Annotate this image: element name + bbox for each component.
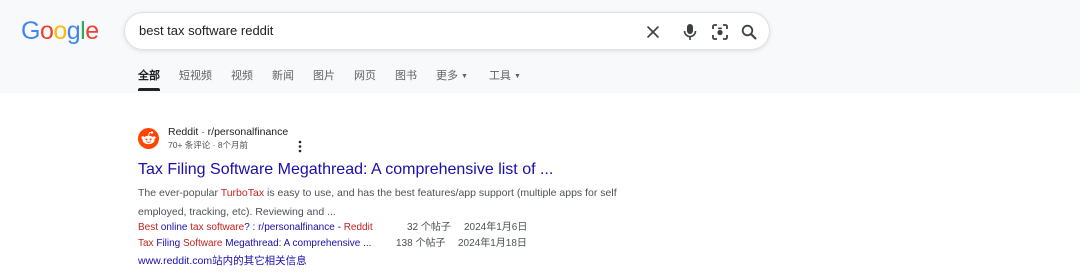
logo-letter: o: [39, 17, 54, 45]
tab-web[interactable]: 网页: [354, 69, 376, 93]
tab-more-label: 更多: [436, 70, 458, 82]
logo-letter: e: [85, 17, 99, 45]
clear-icon[interactable]: [641, 20, 665, 44]
related-link-highlight: Reddit: [343, 222, 373, 233]
tab-videos[interactable]: 视频: [231, 69, 253, 93]
related-link[interactable]: Best online tax software? : r/personalfi…: [138, 222, 373, 234]
chevron-down-icon: ▼: [513, 73, 521, 80]
related-link-text: ? : r/personalfinance -: [244, 222, 344, 233]
search-result: Reddit · r/personalfinance 70+ 条评论 · 8个月…: [138, 125, 658, 267]
related-link[interactable]: Tax Filing Software Megathread: A compre…: [138, 238, 371, 250]
result-title-link[interactable]: Tax Filing Software Megathread: A compre…: [138, 160, 553, 180]
tab-all[interactable]: 全部: [138, 69, 160, 93]
search-header: Google 全部 短视: [0, 0, 1080, 93]
related-link-row: Tax Filing Software Megathread: A compre…: [138, 238, 658, 254]
result-site-meta: 70+ 条评论 · 8个月前: [168, 140, 249, 150]
related-link-text: Filing: [153, 238, 184, 249]
chevron-down-icon: ▼: [461, 73, 468, 80]
tab-short-videos[interactable]: 短视频: [179, 69, 212, 93]
result-site-name: Reddit · r/personalfinance: [168, 126, 289, 138]
tab-news[interactable]: 新闻: [272, 69, 294, 93]
search-input[interactable]: [139, 22, 619, 40]
logo-letter: G: [21, 17, 40, 45]
more-options-icon[interactable]: [296, 140, 304, 153]
related-link-highlight: Tax: [138, 238, 154, 249]
tab-tools[interactable]: 工具 ▼: [489, 69, 521, 93]
logo-letter: g: [66, 17, 81, 45]
camera-lens-icon[interactable]: [708, 20, 732, 44]
snippet-text: The ever-popular: [138, 187, 221, 199]
tab-tools-label: 工具: [488, 70, 511, 82]
logo-letter: o: [53, 17, 67, 45]
microphone-icon[interactable]: [678, 20, 702, 44]
result-site-info[interactable]: Reddit · r/personalfinance 70+ 条评论 · 8个月…: [138, 125, 658, 153]
related-link-highlight: tax software: [190, 222, 245, 233]
more-from-site-link[interactable]: www.reddit.com站内的其它相关信息: [138, 255, 307, 268]
search-box: [124, 12, 770, 50]
post-date: 2024年1月18日: [458, 238, 527, 249]
tab-more[interactable]: 更多 ▼: [436, 69, 468, 93]
related-link-text: online: [158, 222, 191, 233]
tab-images[interactable]: 图片: [313, 69, 335, 93]
tab-books[interactable]: 图书: [395, 69, 417, 93]
post-count: 32 个帖子: [407, 222, 451, 233]
result-snippet: The ever-popular TurboTax is easy to use…: [138, 184, 638, 222]
snippet-highlight: TurboTax: [220, 187, 265, 199]
related-link-highlight: Best: [138, 222, 159, 233]
google-logo[interactable]: Google: [21, 16, 99, 46]
post-count: 138 个帖子: [396, 238, 446, 249]
related-link-highlight: Software: [183, 238, 223, 249]
reddit-favicon-icon: [138, 128, 159, 149]
related-links: Best online tax software? : r/personalfi…: [138, 222, 658, 254]
search-icon[interactable]: [737, 20, 761, 44]
related-link-row: Best online tax software? : r/personalfi…: [138, 222, 658, 238]
post-date: 2024年1月6日: [464, 222, 528, 233]
related-link-text: Megathread: A comprehensive ...: [222, 238, 372, 249]
search-tabs: 全部 短视频 视频 新闻 图片 网页 图书 更多 ▼ 工具 ▼: [138, 69, 540, 93]
